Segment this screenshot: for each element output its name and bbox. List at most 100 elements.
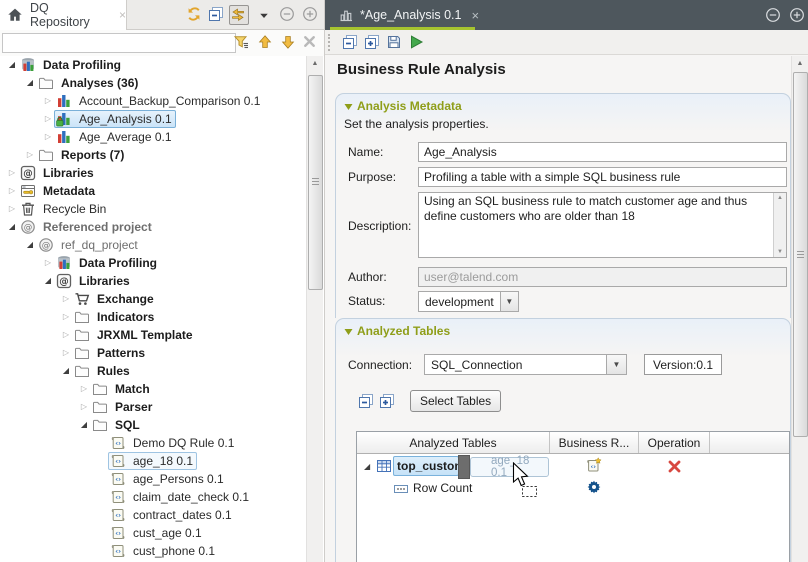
tree-item[interactable]: ▷@Libraries	[0, 164, 306, 182]
tree-item[interactable]: ◢Analyses (36)	[0, 74, 306, 92]
column-header[interactable]: Analyzed Tables	[357, 432, 550, 453]
tree-item[interactable]: ‹›cust_phone 0.1	[0, 542, 306, 560]
expander-icon[interactable]: ◢	[78, 416, 90, 434]
tree-item[interactable]: ‹›contract_dates 0.1	[0, 506, 306, 524]
collapse-all-icon[interactable]	[342, 34, 358, 50]
tree-item[interactable]: ▷Age_Average 0.1	[0, 128, 306, 146]
chevron-down-icon[interactable]: ▼	[606, 355, 626, 374]
tree-item[interactable]: ‹›claim_date_check 0.1	[0, 488, 306, 506]
column-header[interactable]: Business R...	[550, 432, 639, 453]
editor-scrollbar[interactable]: ▲	[791, 56, 808, 562]
expand-all-icon[interactable]	[379, 393, 395, 409]
close-icon[interactable]: ×	[119, 8, 126, 22]
tree-item[interactable]: ▷Recycle Bin	[0, 200, 306, 218]
expander-icon[interactable]: ▷	[60, 344, 72, 362]
tree-item[interactable]: ◢Rules	[0, 362, 306, 380]
expander-icon[interactable]: ▷	[78, 380, 90, 398]
scroll-up-icon[interactable]: ▲	[307, 56, 323, 71]
scroll-up-icon[interactable]: ▲	[774, 195, 786, 201]
column-header[interactable]: Operation	[639, 432, 710, 453]
select-tables-button[interactable]: Select Tables	[410, 390, 501, 412]
gear-icon[interactable]	[586, 479, 602, 495]
toolbar-drag-handle[interactable]	[328, 34, 330, 51]
save-icon[interactable]	[386, 34, 402, 50]
collapse-all-icon[interactable]	[208, 6, 226, 24]
expander-icon[interactable]: ▷	[6, 164, 18, 182]
description-scrollbar[interactable]: ▲ ▼	[773, 193, 786, 257]
tree-item[interactable]: ▷Metadata	[0, 182, 306, 200]
expander-icon[interactable]: ▷	[6, 200, 18, 218]
tree-item[interactable]: ‹›age_18 0.1	[0, 452, 306, 470]
expander-icon[interactable]: ◢	[6, 218, 18, 236]
expander-icon[interactable]: ◢	[24, 74, 36, 92]
editor-scrollbar-thumb[interactable]	[793, 72, 808, 437]
view-menu-icon[interactable]	[258, 10, 276, 28]
tree-item[interactable]: ◢Data Profiling	[0, 56, 306, 74]
maximize-icon[interactable]	[789, 7, 805, 23]
filter-icon[interactable]	[233, 34, 251, 52]
tree-item[interactable]: ‹›cust_age 0.1	[0, 524, 306, 542]
expander-icon[interactable]: ◢	[364, 462, 370, 471]
indicator-label[interactable]: Row Count	[413, 481, 472, 495]
chevron-down-icon[interactable]: ▼	[500, 292, 518, 311]
scroll-up-icon[interactable]: ▲	[792, 56, 808, 71]
tree-item[interactable]: ▷Indicators	[0, 308, 306, 326]
expander-icon[interactable]: ▷	[6, 182, 18, 200]
expander-icon[interactable]: ▷	[78, 398, 90, 416]
expander-icon[interactable]: ◢	[24, 236, 36, 254]
clear-filter-icon[interactable]	[302, 34, 320, 52]
expander-icon[interactable]: ▷	[42, 128, 54, 146]
expander-icon[interactable]: ▷	[60, 326, 72, 344]
analyzed-tables-header[interactable]: Analyzed Tables	[344, 324, 450, 338]
tree-item[interactable]: ▷Match	[0, 380, 306, 398]
minimize-icon[interactable]	[765, 7, 781, 23]
expander-icon[interactable]: ▷	[42, 92, 54, 110]
expand-all-icon[interactable]	[364, 34, 380, 50]
expander-icon[interactable]: ▷	[42, 254, 54, 272]
analysis-metadata-header[interactable]: Analysis Metadata	[344, 99, 462, 113]
tree-item[interactable]: ‹›Demo DQ Rule 0.1	[0, 434, 306, 452]
filter-input[interactable]	[2, 33, 236, 53]
connection-dropdown[interactable]: SQL_Connection ▼	[424, 354, 627, 375]
expander-icon[interactable]: ◢	[6, 56, 18, 74]
expander-icon[interactable]: ◢	[60, 362, 72, 380]
name-field[interactable]	[418, 142, 787, 162]
close-icon[interactable]: ×	[471, 8, 479, 23]
tree-item[interactable]: ▷Data Profiling	[0, 254, 306, 272]
collapse-all-icon[interactable]	[358, 393, 374, 409]
description-field[interactable]: Using an SQL business rule to match cust…	[418, 192, 787, 258]
expander-icon[interactable]: ▷	[24, 146, 36, 164]
run-analysis-icon[interactable]	[408, 34, 424, 50]
tree-item[interactable]: ▷Exchange	[0, 290, 306, 308]
status-dropdown[interactable]: development ▼	[418, 291, 519, 312]
maximize-icon[interactable]	[302, 6, 320, 24]
purpose-field[interactable]	[418, 167, 787, 187]
minimize-icon[interactable]	[279, 6, 297, 24]
link-with-editor-icon[interactable]	[229, 5, 249, 25]
tree-item[interactable]: ‹›age_Persons 0.1	[0, 470, 306, 488]
tree-item[interactable]: ▷Age_Analysis 0.1	[0, 110, 306, 128]
tree-scrollbar[interactable]: ▲	[306, 56, 323, 562]
tree-item[interactable]: ◢SQL	[0, 416, 306, 434]
analyzed-table-row[interactable]: top_custom	[393, 456, 459, 476]
tab-dq-repository[interactable]: DQ Repository ×	[0, 0, 127, 30]
tree-item[interactable]: ◢@ref_dq_project	[0, 236, 306, 254]
add-business-rule-icon[interactable]: ‹›	[586, 457, 602, 473]
move-down-icon[interactable]	[280, 34, 298, 52]
expander-icon[interactable]: ▷	[42, 110, 54, 128]
tree-item[interactable]: ▷Patterns	[0, 344, 306, 362]
expander-icon[interactable]: ◢	[42, 272, 54, 290]
tree-item[interactable]: ▷JRXML Template	[0, 326, 306, 344]
scroll-down-icon[interactable]: ▼	[774, 249, 786, 255]
move-up-icon[interactable]	[257, 34, 275, 52]
tree-item[interactable]: ▷Account_Backup_Comparison 0.1	[0, 92, 306, 110]
tree-item[interactable]: ◢@Libraries	[0, 272, 306, 290]
tree-item[interactable]: ▷Parser	[0, 398, 306, 416]
tree-item[interactable]: ▷Reports (7)	[0, 146, 306, 164]
tree-item[interactable]: ◢@Referenced project	[0, 218, 306, 236]
tree-scrollbar-thumb[interactable]	[308, 75, 323, 290]
expander-icon[interactable]: ▷	[60, 290, 72, 308]
tab-age-analysis[interactable]: *Age_Analysis 0.1 ×	[330, 0, 487, 30]
expander-icon[interactable]: ▷	[60, 308, 72, 326]
delete-icon[interactable]	[667, 459, 683, 475]
